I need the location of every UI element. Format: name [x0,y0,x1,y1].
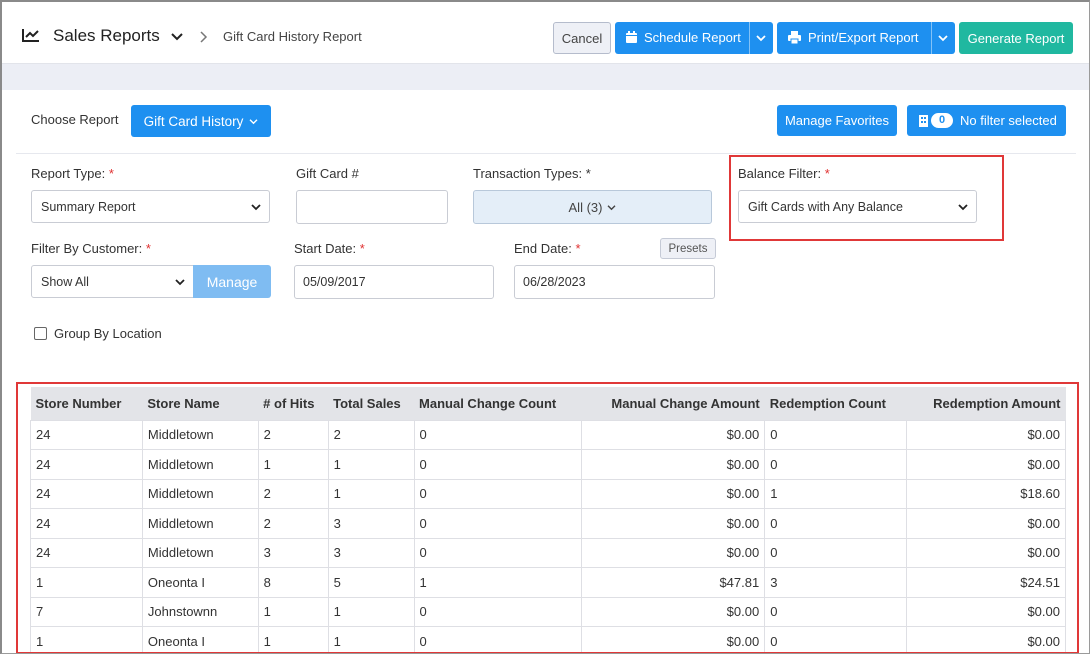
filter-count-badge: 0 [931,113,953,128]
schedule-report-button[interactable]: Schedule Report [615,22,773,54]
report-type-label-text: Report Type: [31,166,106,181]
chart-line-icon [22,29,39,42]
end-date-input[interactable]: 06/28/2023 [514,265,715,299]
filter-status-label: No filter selected [960,113,1057,128]
choose-report-label: Choose Report [31,112,119,127]
app-window: Sales Reports Gift Card History Report C… [0,0,1090,654]
filter-icon [919,115,928,127]
split-divider [931,22,932,54]
balance-filter-highlight [729,155,1004,241]
customer-filter-label-text: Filter By Customer: [31,241,143,256]
transaction-types-value: All (3) [568,199,603,215]
calendar-icon [626,31,637,43]
required-mark: * [359,241,365,256]
chevron-down-icon[interactable] [170,30,184,44]
transaction-types-label: Transaction Types: * [473,166,591,181]
customer-filter-value: Show All [41,275,89,289]
report-type-select[interactable]: Summary Report [31,190,270,223]
gift-card-label: Gift Card # [296,166,359,181]
customer-filter-label: Filter By Customer: * [31,241,151,256]
report-select-value: Gift Card History [143,113,244,129]
required-mark: * [575,241,581,256]
report-select-button[interactable]: Gift Card History [131,105,271,137]
report-type-value: Summary Report [41,200,136,214]
chevron-down-icon [175,279,185,286]
print-export-button[interactable]: Print/Export Report [777,22,955,54]
generate-report-button[interactable]: Generate Report [959,22,1073,54]
presets-button[interactable]: Presets [660,238,716,259]
manage-favorites-button[interactable]: Manage Favorites [777,105,897,136]
report-type-label: Report Type: * [31,166,114,181]
breadcrumb: Gift Card History Report [223,29,362,44]
required-mark: * [108,166,114,181]
split-divider [749,22,750,54]
end-date-label-text: End Date: [514,241,572,256]
chevron-down-icon[interactable] [756,34,766,42]
filter-status-button[interactable]: 0 No filter selected [907,105,1066,136]
manage-customer-button[interactable]: Manage [193,265,271,298]
group-by-location-checkbox[interactable] [34,327,47,340]
schedule-report-label: Schedule Report [644,30,741,45]
start-date-input[interactable]: 05/09/2017 [294,265,494,299]
start-date-label-text: Start Date: [294,241,357,256]
chevron-down-icon[interactable] [938,34,948,42]
gift-card-input[interactable] [296,190,448,224]
header-gap [2,64,1089,90]
print-export-label: Print/Export Report [808,30,919,45]
chevron-down-icon [249,118,258,124]
printer-icon [788,31,801,44]
divider [16,153,1076,154]
chevron-down-icon [251,204,261,211]
chevron-right-icon [200,31,208,43]
group-by-location-label: Group By Location [54,326,162,341]
page-title: Sales Reports [53,26,160,45]
customer-filter-select[interactable]: Show All [31,265,194,298]
table-highlight [16,382,1079,653]
cancel-button[interactable]: Cancel [553,22,611,54]
end-date-label: End Date: * [514,241,581,256]
transaction-types-select[interactable]: All (3) [473,190,712,224]
chevron-down-icon [607,204,616,210]
start-date-label: Start Date: * [294,241,365,256]
required-mark: * [145,241,151,256]
